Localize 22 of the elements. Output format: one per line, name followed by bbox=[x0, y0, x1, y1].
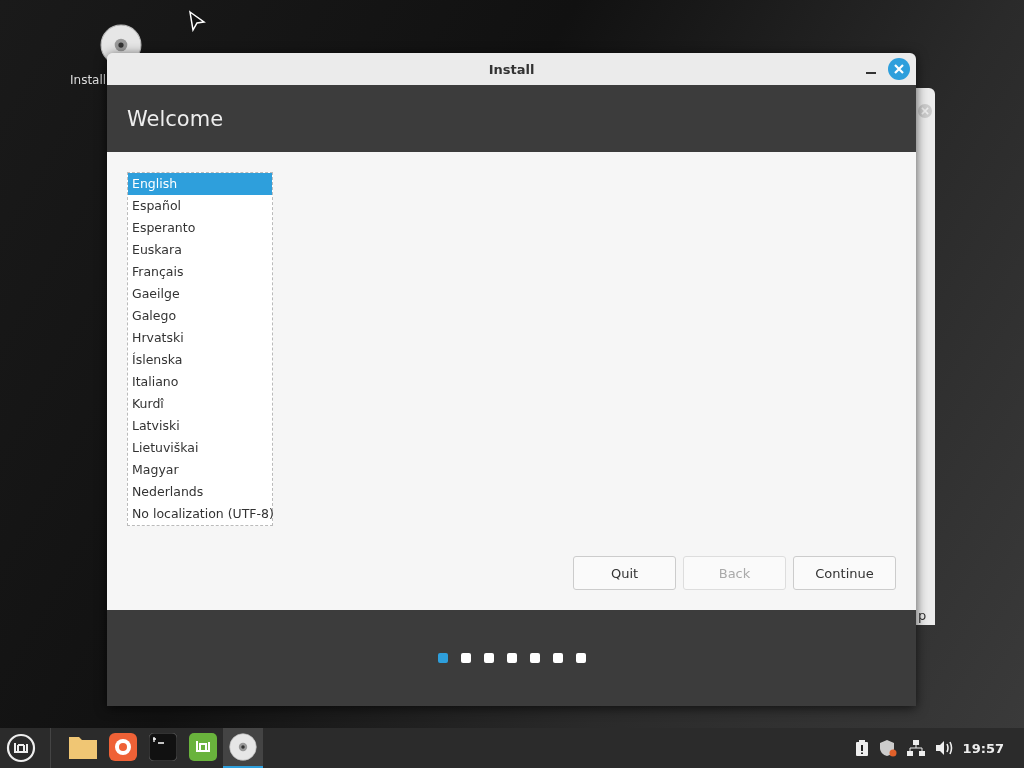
language-item[interactable]: Italiano bbox=[128, 371, 272, 393]
desktop-icon-label[interactable]: Install bbox=[70, 73, 107, 87]
language-item[interactable]: Hrvatski bbox=[128, 327, 272, 349]
language-item[interactable]: Lietuviškai bbox=[128, 437, 272, 459]
language-item[interactable]: Français bbox=[128, 261, 272, 283]
language-item[interactable]: Galego bbox=[128, 305, 272, 327]
language-item[interactable]: Magyar bbox=[128, 459, 272, 481]
language-item[interactable]: Nederlands bbox=[128, 481, 272, 503]
language-item[interactable]: Latviski bbox=[128, 415, 272, 437]
language-item[interactable]: Esperanto bbox=[128, 217, 272, 239]
dialog-button[interactable]: Quit bbox=[573, 556, 676, 590]
language-item[interactable]: Euskara bbox=[128, 239, 272, 261]
page-heading: Welcome bbox=[127, 106, 224, 131]
language-item[interactable]: Gaeilge bbox=[128, 283, 272, 305]
language-item[interactable]: No localization (UTF-8) bbox=[128, 503, 272, 525]
language-item[interactable]: Kurdî bbox=[128, 393, 272, 415]
clock[interactable]: 19:57 bbox=[962, 740, 1004, 756]
window-title: Install bbox=[488, 61, 535, 77]
button-label: p bbox=[918, 608, 927, 623]
dialog-button[interactable]: Continue bbox=[793, 556, 896, 590]
language-item[interactable]: Español bbox=[128, 195, 272, 217]
language-item[interactable]: Íslenska bbox=[128, 349, 272, 371]
